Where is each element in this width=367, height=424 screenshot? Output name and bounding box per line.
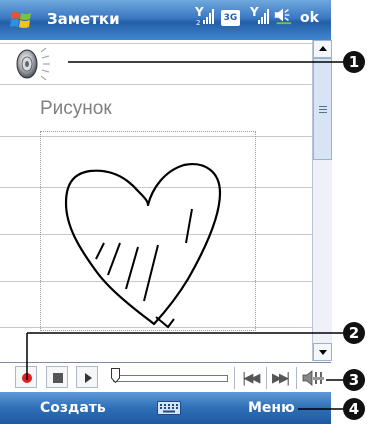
volume-icon[interactable]: [273, 4, 293, 26]
arrow-down-icon: [319, 350, 327, 355]
callout-1: 1: [343, 51, 365, 73]
record-icon: [22, 373, 32, 383]
playback-position-slider[interactable]: [111, 368, 120, 383]
keyboard-icon[interactable]: [157, 401, 181, 415]
svg-text:Y: Y: [250, 5, 259, 19]
callout-2: 2: [343, 322, 365, 344]
heart-drawing: [64, 163, 222, 329]
notes-app-screen: Заметки Y 2 3G Y ok Рисунок |◀◀ ▶▶| Созд…: [0, 0, 332, 424]
network-3g-badge: 3G: [221, 10, 240, 26]
note-canvas[interactable]: Рисунок: [0, 40, 312, 332]
scroll-down-button[interactable]: [313, 343, 332, 361]
svg-text:Y: Y: [195, 5, 204, 19]
title-bar: Заметки Y 2 3G Y ok: [0, 0, 331, 40]
callout-4: 4: [343, 398, 365, 420]
signal-icon[interactable]: Y 2: [195, 4, 215, 26]
signal-strength-icon[interactable]: Y: [250, 4, 270, 26]
volume-control-icon[interactable]: [301, 369, 325, 387]
playback-position-track[interactable]: [113, 375, 228, 382]
ok-button[interactable]: ok: [300, 10, 319, 26]
windows-start-icon[interactable]: [9, 8, 33, 32]
svg-text:2: 2: [196, 19, 200, 26]
app-title: Заметки: [47, 10, 120, 28]
vertical-scrollbar[interactable]: [312, 40, 332, 361]
skip-forward-icon[interactable]: ▶▶|: [272, 371, 290, 386]
drawing-label: Рисунок: [40, 98, 112, 119]
menu-softkey[interactable]: Меню: [248, 400, 295, 416]
menu-bar: Создать Меню: [0, 392, 331, 424]
callout-3: 3: [343, 369, 365, 391]
scroll-up-button[interactable]: [313, 40, 332, 58]
play-button[interactable]: [76, 366, 98, 388]
create-softkey[interactable]: Создать: [40, 400, 106, 416]
record-button[interactable]: [15, 366, 37, 388]
stop-icon: [53, 373, 63, 383]
stop-button[interactable]: [46, 366, 68, 388]
scroll-thumb[interactable]: [313, 58, 332, 160]
ruled-line: [0, 43, 312, 44]
skip-back-icon[interactable]: |◀◀: [242, 371, 260, 386]
play-icon: [85, 373, 92, 383]
recording-toolbar: |◀◀ ▶▶|: [0, 362, 331, 393]
arrow-up-icon: [319, 46, 327, 51]
speaker-recording-icon[interactable]: [12, 46, 56, 86]
